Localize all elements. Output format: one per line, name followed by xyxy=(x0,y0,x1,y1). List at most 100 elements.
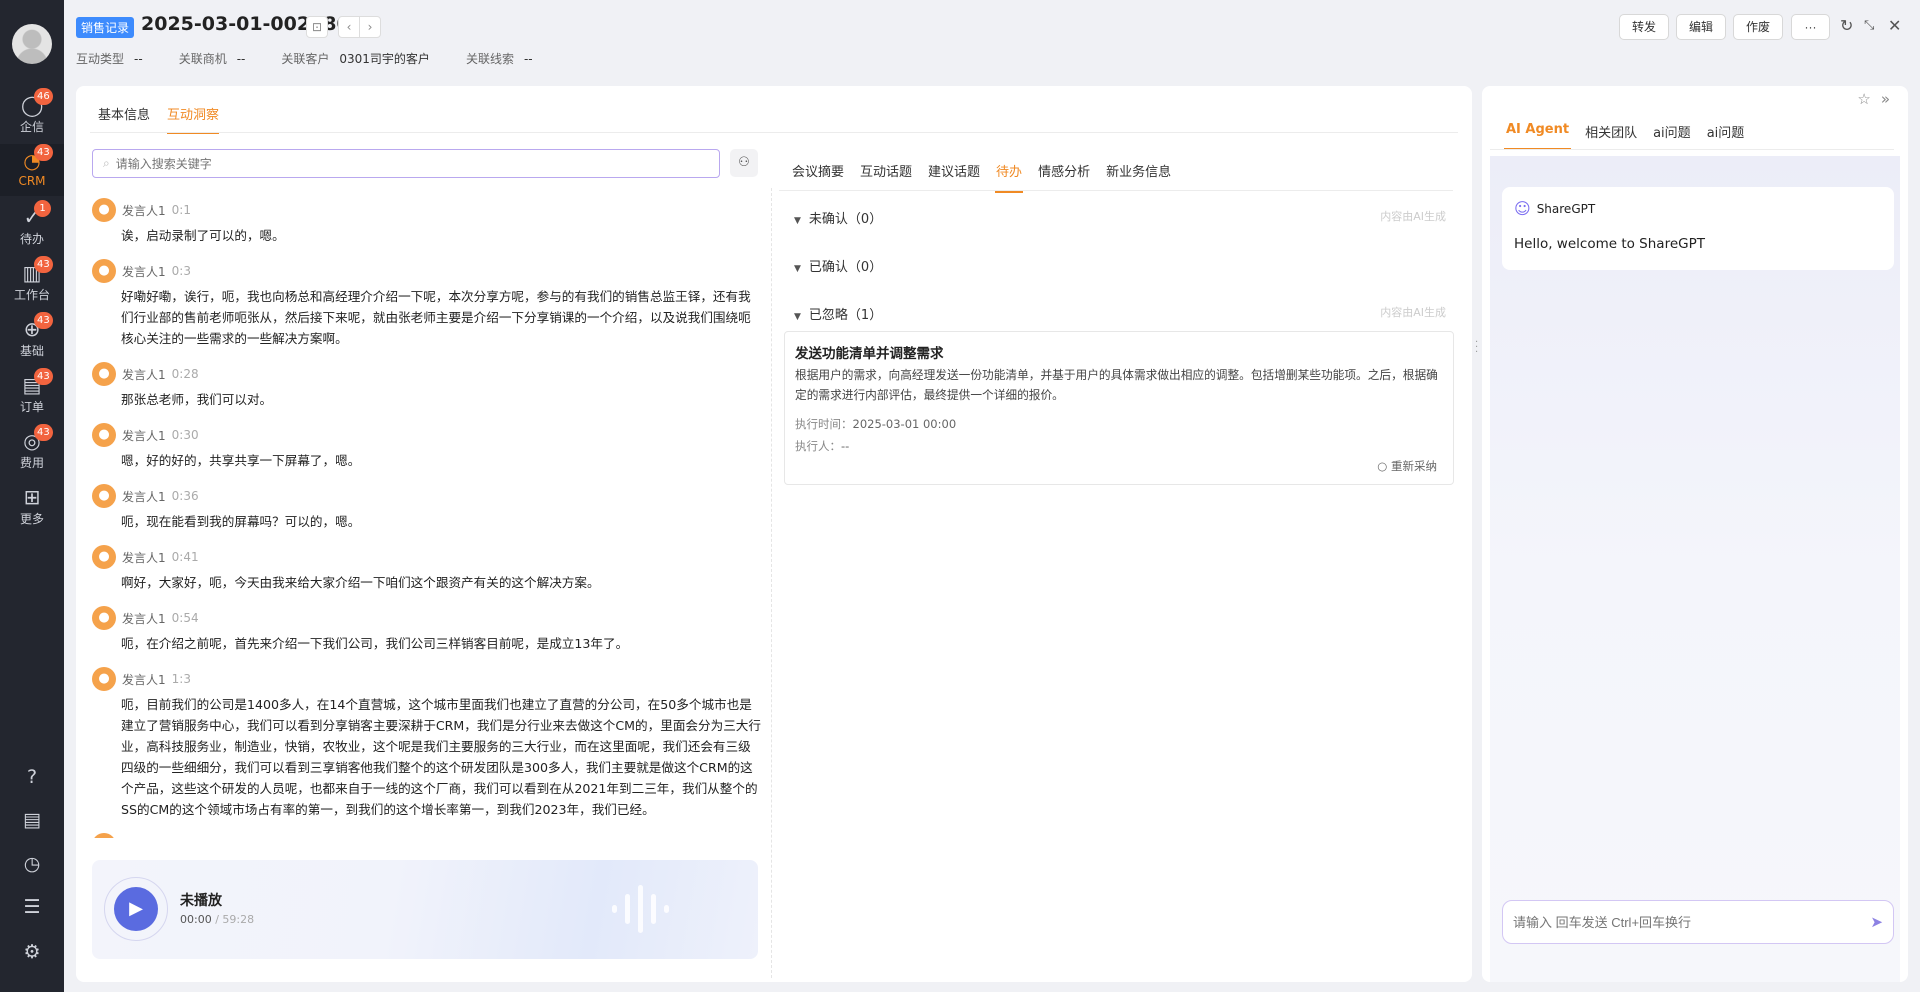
insight-tab-1[interactable]: 互动话题 xyxy=(859,161,913,193)
prev-record-button[interactable]: ‹ xyxy=(338,16,360,38)
sidebar-item-label: 订单 xyxy=(19,400,44,414)
help-icon[interactable]: ? xyxy=(20,765,44,789)
chat-input[interactable] xyxy=(1513,914,1871,930)
search-input[interactable] xyxy=(115,156,676,171)
sidebar-item-6[interactable]: ◎ 费用 43 xyxy=(0,424,64,476)
insight-tab-2[interactable]: 建议话题 xyxy=(927,161,981,193)
transcript-entry[interactable]: ● 发言人1 0:30 嗯，好的好的，共享共享一下屏幕了，嗯。 xyxy=(92,423,762,471)
forward-button[interactable]: 转发 xyxy=(1619,14,1670,40)
next-record-button[interactable]: › xyxy=(359,16,381,38)
badge: 43 xyxy=(34,256,53,273)
meta-lead: 关联线索 -- xyxy=(465,52,533,66)
sidebar-item-7[interactable]: ⊞ 更多 xyxy=(0,480,64,532)
customer-link[interactable]: 0301司宇的客户 xyxy=(339,52,430,66)
speaker-name: 发言人1 xyxy=(122,672,166,687)
divider xyxy=(779,190,1453,191)
tab-interaction-insight[interactable]: 互动洞察 xyxy=(167,104,220,134)
more-button[interactable]: ··· xyxy=(1791,14,1830,40)
transcript-entry[interactable]: ● 发言人1 0:41 啊好，大家好，呃，今天由我来给大家介绍一下咱们这个跟资产有关的… xyxy=(92,545,762,593)
sidebar-item-label: 工作台 xyxy=(13,288,50,302)
lock-icon[interactable]: ⊡ xyxy=(306,16,328,38)
user-avatar[interactable] xyxy=(12,24,52,64)
speaker-avatar-icon: ● xyxy=(92,606,116,630)
transcript-entry[interactable]: ● 发言人1 0:54 呃，在介绍之前呢，首先来介绍一下我们公司，我们公司三样销客目前… xyxy=(92,606,762,654)
sidebar-item-3[interactable]: ▥ 工作台 43 xyxy=(0,256,64,308)
caret-down-icon: ▼ xyxy=(794,264,801,274)
timestamp[interactable]: 0:3 xyxy=(172,264,191,278)
sidebar-item-2[interactable]: ✓ 待办 1 xyxy=(0,200,64,252)
timestamp[interactable]: 0:1 xyxy=(172,203,191,217)
speaker-avatar-icon: ● xyxy=(92,362,116,386)
collapse-panel-icon[interactable]: » xyxy=(1881,90,1890,108)
timestamp[interactable]: 0:41 xyxy=(172,550,199,564)
insight-tab-5[interactable]: 新业务信息 xyxy=(1105,161,1172,193)
tab-related-team[interactable]: 相关团队 xyxy=(1583,122,1639,150)
play-button[interactable]: ▶ xyxy=(104,877,168,941)
chat-input-box[interactable]: ➤ xyxy=(1502,900,1894,944)
tab-basic-info[interactable]: 基本信息 xyxy=(98,104,150,134)
refresh-icon[interactable]: ↻ xyxy=(1840,16,1853,35)
sidebar-item-label: CRM xyxy=(18,174,46,188)
badge: 43 xyxy=(34,368,53,385)
timestamp[interactable]: 0:36 xyxy=(172,489,199,503)
meta-customer: 关联客户 0301司宇的客户 xyxy=(281,52,430,66)
audio-player: ▶ 未播放 00:00 / 59:28 xyxy=(92,860,758,959)
sidebar-item-1[interactable]: ◔ CRM 43 xyxy=(0,144,64,196)
speaker-name: 发言人1 xyxy=(122,367,166,382)
robot-icon: ☺ xyxy=(1514,199,1531,218)
timestamp[interactable]: 1:3 xyxy=(172,672,191,686)
transcript-entry[interactable]: ● 发言人1 0:1 诶，启动录制了可以的，嗯。 xyxy=(92,198,762,246)
transcript-entry[interactable]: ● 发言人1 1:3 呃，目前我们的公司是1400多人，在14个直营城，这个城市里面我… xyxy=(92,667,762,820)
insight-tab-0[interactable]: 会议摘要 xyxy=(791,161,845,193)
circle-icon: ○ xyxy=(1377,459,1388,473)
void-button[interactable]: 作废 xyxy=(1733,14,1784,40)
readopt-button[interactable]: ○ 重新采纳 xyxy=(1377,458,1437,474)
sidebar-item-0[interactable]: ◯ 企信 46 xyxy=(0,88,64,140)
main-panel: 基本信息 互动洞察 ⌕ ⚇ ● 发言人1 0:1 诶，启动录制了可以的，嗯。 ● 发言人1… xyxy=(76,86,1472,982)
close-icon[interactable]: ✕ xyxy=(1888,16,1901,35)
transcript-entry[interactable]: ● 发言人1 0:36 呃，现在能看到我的屏幕吗？可以的，嗯。 xyxy=(92,484,762,532)
transcript-entry[interactable]: ● 发言人1 0:28 那张总老师，我们可以对。 xyxy=(92,362,762,410)
tab-ai-agent[interactable]: AI Agent xyxy=(1504,122,1572,150)
transcript-entry[interactable]: ●发言人12:4 xyxy=(92,833,762,838)
speaker-name: 发言人1 xyxy=(122,203,166,218)
sidebar-item-4[interactable]: ⊕ 基础 43 xyxy=(0,312,64,364)
sidebar-item-label: 基础 xyxy=(19,344,44,358)
clock-icon[interactable]: ◷ xyxy=(20,852,44,876)
utterance-text: 呃，目前我们的公司是1400多人，在14个直营城，这个城市里面我们也建立了直营的… xyxy=(121,697,761,817)
section-ignored[interactable]: ▼ 已忽略（1） 内容由AI生成 xyxy=(794,304,1454,323)
settings-icon[interactable]: ⚙ xyxy=(20,940,44,964)
column-divider xyxy=(771,188,772,978)
transcript-list[interactable]: ● 发言人1 0:1 诶，启动录制了可以的，嗯。 ● 发言人1 0:3 好嘞好嘞，诶行，呃，我… xyxy=(92,198,762,838)
timestamp[interactable]: 0:30 xyxy=(172,428,199,442)
bot-message-text: Hello, welcome to ShareGPT xyxy=(1514,236,1705,252)
chat-area: ☺ ShareGPT Hello, welcome to ShareGPT ➤ xyxy=(1490,156,1900,982)
pin-icon[interactable]: ☆ xyxy=(1857,90,1870,108)
record-meta: 互动类型 -- 关联商机 -- 关联客户 0301司宇的客户 关联线索 -- xyxy=(76,50,533,67)
speaker-avatar-icon: ● xyxy=(92,667,116,691)
speaker-name: 发言人1 xyxy=(122,428,166,443)
utterance-text: 那张总老师，我们可以对。 xyxy=(121,392,273,407)
speaker-avatar-icon: ● xyxy=(92,259,116,283)
transcript-entry[interactable]: ● 发言人1 0:3 好嘞好嘞，诶行，呃，我也向杨总和高经理介介绍一下呢，本次分享方呢… xyxy=(92,259,762,349)
todo-card: 发送功能清单并调整需求 根据用户的需求，向高经理发送一份功能清单，并基于用户的具… xyxy=(784,331,1454,485)
section-confirmed[interactable]: ▼ 已确认（0） xyxy=(794,256,1454,275)
timestamp[interactable]: 0:54 xyxy=(172,611,199,625)
speaker-avatar-icon: ● xyxy=(92,423,116,447)
edit-button[interactable]: 编辑 xyxy=(1676,14,1727,40)
insight-tab-3[interactable]: 待办 xyxy=(995,161,1024,193)
transcript-search[interactable]: ⌕ xyxy=(92,149,720,178)
tab-ai-question-2[interactable]: ai问题 xyxy=(1705,122,1747,150)
resize-handle[interactable]: · · · xyxy=(1475,338,1479,358)
speaker-filter-icon[interactable]: ⚇ xyxy=(730,149,758,177)
timestamp[interactable]: 0:28 xyxy=(172,367,199,381)
insight-tab-4[interactable]: 情感分析 xyxy=(1037,161,1091,193)
user-list-icon[interactable]: ☰ xyxy=(20,895,44,919)
send-icon[interactable]: ➤ xyxy=(1870,913,1883,931)
notebook-icon[interactable]: ▤ xyxy=(20,808,44,832)
section-unconfirmed[interactable]: ▼ 未确认（0） 内容由AI生成 xyxy=(794,208,1454,227)
sidebar-item-5[interactable]: ▤ 订单 43 xyxy=(0,368,64,420)
tab-ai-question-1[interactable]: ai问题 xyxy=(1651,122,1693,150)
collapse-icon[interactable]: ⤡ xyxy=(1864,18,1874,33)
utterance-text: 呃，在介绍之前呢，首先来介绍一下我们公司，我们公司三样销客目前呢，是成立13年了… xyxy=(121,636,629,651)
